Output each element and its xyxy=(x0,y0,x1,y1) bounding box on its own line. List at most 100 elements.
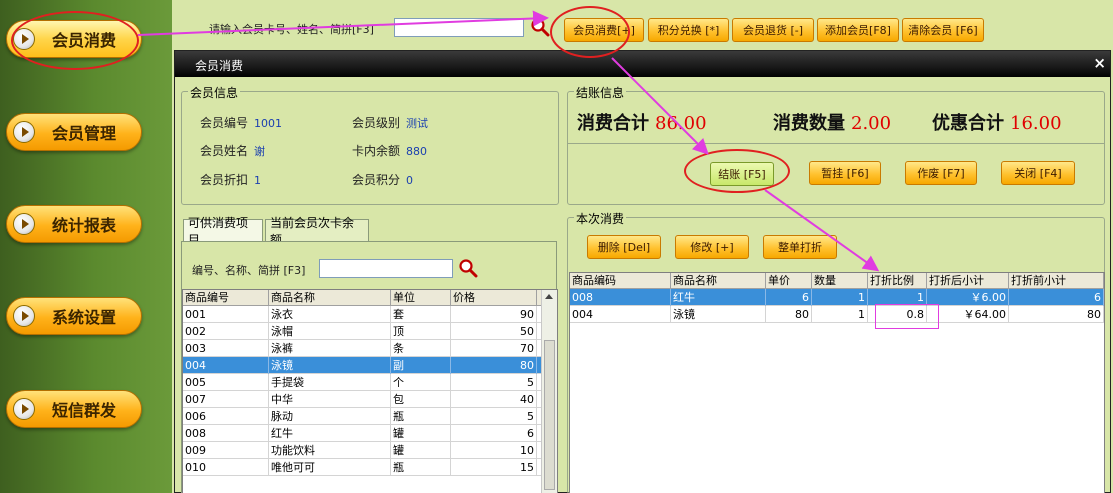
table-row[interactable]: 001 泳衣套 90 xyxy=(183,306,543,323)
column-header[interactable]: 价格 xyxy=(451,290,537,306)
column-header[interactable]: 单价 xyxy=(766,273,812,289)
table-cell: 008 xyxy=(183,425,269,442)
table-cell: 套 xyxy=(391,306,451,323)
column-header[interactable]: 商品名称 xyxy=(671,273,766,289)
table-cell: 泳镜 xyxy=(269,357,391,374)
checkout-button[interactable]: 结账 [F5] xyxy=(710,162,774,186)
column-header[interactable]: 打折比例 xyxy=(868,273,927,289)
table-cell: 40 xyxy=(451,391,537,408)
table-cell: 004 xyxy=(570,306,671,323)
table-row[interactable]: 004 泳镜副 80 xyxy=(183,357,543,374)
hold-button[interactable]: 暂挂 [F6] xyxy=(809,161,881,185)
table-cell: 红牛 xyxy=(269,425,391,442)
column-header[interactable]: 单位 xyxy=(391,290,451,306)
member-discount-value: 1 xyxy=(254,174,262,187)
top-toolbar: 请输入会员卡号、姓名、简拼[F3] 会员消费[+] 积分兑换 [*] 会员退货 … xyxy=(172,0,1113,48)
table-cell: 泳镜 xyxy=(671,306,766,323)
total-discount: 优惠合计 16.00 xyxy=(932,113,1062,134)
table-row[interactable]: 010 唯他可可瓶 15 xyxy=(183,459,543,476)
total-amount-value: 86.00 xyxy=(655,113,707,134)
member-discount-field: 会员折扣 1 xyxy=(200,173,262,187)
column-header[interactable]: 商品编号 xyxy=(183,290,269,306)
table-row[interactable]: 003 泳裤条 70 xyxy=(183,340,543,357)
search-icon[interactable] xyxy=(458,258,478,278)
group-label: 本次消费 xyxy=(574,210,627,227)
table-cell: 个 xyxy=(391,374,451,391)
table-cell: 010 xyxy=(183,459,269,476)
table-cell: 6 xyxy=(451,425,537,442)
sale-grid: 商品编码 商品名称 单价 数量 打折比例 打折后小计 打折前小计 008 红牛 6 1… xyxy=(569,272,1105,493)
table-cell: 80 xyxy=(451,357,537,374)
table-row[interactable]: 008 红牛罐 6 xyxy=(183,425,543,442)
play-icon xyxy=(13,398,35,420)
column-header[interactable]: 数量 xyxy=(812,273,868,289)
search-icon[interactable] xyxy=(530,17,550,37)
table-cell: 中华 xyxy=(269,391,391,408)
member-search-input[interactable] xyxy=(394,18,524,37)
table-row[interactable]: 009 功能饮料罐 10 xyxy=(183,442,543,459)
table-row[interactable]: 005 手提袋个 5 xyxy=(183,374,543,391)
points-exchange-button[interactable]: 积分兑换 [*] xyxy=(648,18,729,42)
table-cell: 004 xyxy=(183,357,269,374)
table-cell: 008 xyxy=(570,289,671,306)
column-header[interactable]: 商品编码 xyxy=(570,273,671,289)
member-return-button[interactable]: 会员退货 [-] xyxy=(732,18,814,42)
close-button[interactable]: 关闭 [F4] xyxy=(1001,161,1075,185)
group-label: 结账信息 xyxy=(574,84,627,101)
table-cell: 唯他可可 xyxy=(269,459,391,476)
table-row[interactable]: 008 红牛 6 1 1 ￥6.00 6 xyxy=(570,289,1104,306)
table-cell: 瓶 xyxy=(391,408,451,425)
table-cell: 003 xyxy=(183,340,269,357)
column-header[interactable]: 打折前小计 xyxy=(1009,273,1104,289)
table-cell: 6 xyxy=(1009,289,1104,306)
table-cell: 009 xyxy=(183,442,269,459)
product-grid-header: 商品编号 商品名称 单位 价格 xyxy=(183,290,557,306)
sidebar-item-settings[interactable]: 系统设置 xyxy=(6,297,142,335)
table-cell: 15 xyxy=(451,459,537,476)
delete-item-button[interactable]: 删除 [Del] xyxy=(587,235,661,259)
table-cell: 条 xyxy=(391,340,451,357)
product-search-input[interactable] xyxy=(319,259,453,278)
sidebar-item-member-manage[interactable]: 会员管理 xyxy=(6,113,142,151)
table-row[interactable]: 004 泳镜 80 1 0.8 ￥64.00 80 xyxy=(570,306,1104,323)
play-icon xyxy=(13,213,35,235)
tab-card-balance[interactable]: 当前会员次卡余额 xyxy=(265,216,369,247)
table-cell: 6 xyxy=(766,289,812,306)
scroll-thumb[interactable] xyxy=(544,340,555,490)
table-row[interactable]: 007 中华包 40 xyxy=(183,391,543,408)
sidebar-item-member-consume[interactable]: 会员消费 xyxy=(6,20,142,58)
table-cell: 006 xyxy=(183,408,269,425)
clear-member-button[interactable]: 清除会员 [F6] xyxy=(902,18,984,42)
add-member-button[interactable]: 添加会员[F8] xyxy=(817,18,899,42)
void-button[interactable]: 作废 [F7] xyxy=(905,161,977,185)
scrollbar[interactable] xyxy=(541,290,557,493)
table-cell: 001 xyxy=(183,306,269,323)
sidebar-item-sms[interactable]: 短信群发 xyxy=(6,390,142,428)
sale-grid-header: 商品编码 商品名称 单价 数量 打折比例 打折后小计 打折前小计 xyxy=(570,273,1104,289)
total-discount-value: 16.00 xyxy=(1010,113,1062,134)
member-consume-button[interactable]: 会员消费[+] xyxy=(564,18,644,42)
sidebar: 会员消费 会员管理 统计报表 系统设置 短信群发 xyxy=(0,0,172,493)
table-cell: 包 xyxy=(391,391,451,408)
close-icon[interactable]: × xyxy=(1093,54,1106,72)
discount-all-button[interactable]: 整单打折 xyxy=(763,235,837,259)
play-icon xyxy=(13,121,35,143)
table-cell: 顶 xyxy=(391,323,451,340)
edit-item-button[interactable]: 修改 [+] xyxy=(675,235,749,259)
table-cell: 功能饮料 xyxy=(269,442,391,459)
table-cell: 泳裤 xyxy=(269,340,391,357)
table-row[interactable]: 006 脉动瓶 5 xyxy=(183,408,543,425)
scroll-up-icon[interactable] xyxy=(545,294,553,299)
tab-consumable-items[interactable]: 可供消费项目 xyxy=(183,216,263,247)
sidebar-item-reports[interactable]: 统计报表 xyxy=(6,205,142,243)
sidebar-item-label: 会员消费 xyxy=(51,31,116,50)
member-consume-dialog: 会员消费 × 会员信息 会员编号 1001 会员级别 测试 会员姓名谢 卡内余额 88… xyxy=(174,50,1111,493)
column-header[interactable]: 打折后小计 xyxy=(927,273,1009,289)
column-header[interactable]: 商品名称 xyxy=(269,290,391,306)
group-label: 会员信息 xyxy=(188,84,241,101)
table-row[interactable]: 002 泳帽顶 50 xyxy=(183,323,543,340)
table-cell: 005 xyxy=(183,374,269,391)
member-info-group: 会员信息 会员编号 1001 会员级别 测试 会员姓名谢 卡内余额 880 会员折扣 1… xyxy=(181,84,559,205)
play-icon xyxy=(13,28,35,50)
member-id-field: 会员编号 1001 xyxy=(200,116,283,130)
